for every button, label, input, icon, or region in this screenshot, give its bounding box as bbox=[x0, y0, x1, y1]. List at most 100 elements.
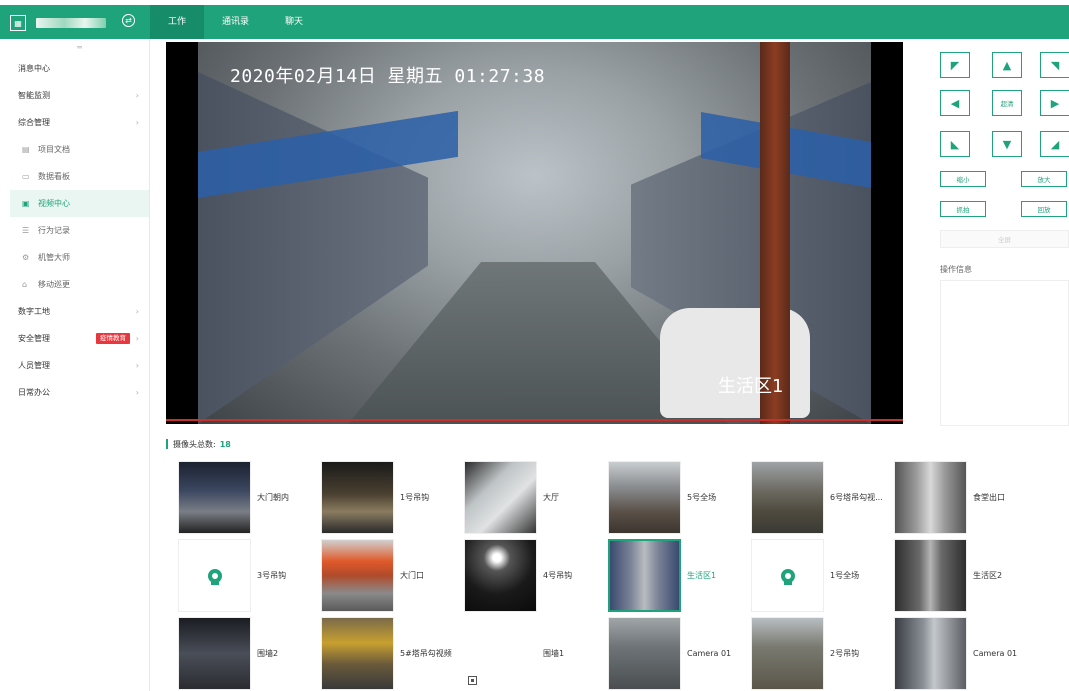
dashboard-icon: ▭ bbox=[22, 172, 30, 181]
ptz-up-left-button[interactable]: ◤ bbox=[940, 52, 970, 78]
camera-thumbnail[interactable] bbox=[751, 539, 824, 612]
camera-tile[interactable]: 1号全场 bbox=[741, 539, 881, 613]
camera-tile[interactable]: 2号吊钩 bbox=[741, 617, 881, 691]
top-nav-tab[interactable]: 聊天 bbox=[267, 5, 321, 39]
chevron-right-icon: › bbox=[135, 307, 139, 316]
sidebar-item[interactable]: ☰ 行为记录 bbox=[10, 217, 149, 244]
camera-tile[interactable]: 5#塔吊勾视频 bbox=[311, 617, 452, 691]
sidebar-item[interactable]: 综合管理 › bbox=[10, 109, 149, 136]
camera-name: Camera 01 bbox=[973, 649, 1018, 658]
ptz-panel: ◤ ▲ ◥ ◀ 超清 ▶ ◣ ▼ ◢ 缩小 放大 抓拍 回放 全屏 操作信息 bbox=[935, 42, 1069, 432]
camera-thumbnail[interactable] bbox=[178, 539, 251, 612]
camera-thumbnail[interactable] bbox=[608, 461, 681, 534]
camera-thumbnail[interactable] bbox=[894, 461, 967, 534]
top-nav-tab[interactable]: 通讯录 bbox=[204, 5, 267, 39]
camera-thumbnail[interactable] bbox=[178, 617, 251, 690]
camera-thumbnail[interactable] bbox=[608, 617, 681, 690]
camera-name: 大门朝内 bbox=[257, 493, 289, 502]
camera-tile[interactable]: 4号吊钩 bbox=[454, 539, 594, 613]
switch-icon[interactable]: ⇄ bbox=[122, 14, 135, 27]
ptz-up-right-button[interactable]: ◥ bbox=[1040, 52, 1069, 78]
sidebar-item-label: 日常办公 bbox=[18, 388, 50, 397]
camera-thumbnail[interactable] bbox=[321, 461, 394, 534]
camera-thumbnail[interactable] bbox=[178, 461, 251, 534]
ptz-down-left-button[interactable]: ◣ bbox=[940, 131, 970, 157]
chevron-right-icon: › bbox=[135, 388, 139, 397]
ptz-right-button[interactable]: ▶ bbox=[1040, 90, 1069, 116]
camera-name: 1号全场 bbox=[830, 571, 860, 580]
collapse-handle-icon[interactable]: ═ bbox=[10, 39, 149, 55]
camera-thumbnail[interactable] bbox=[751, 617, 824, 690]
camera-tile[interactable]: 3号吊钩 bbox=[168, 539, 308, 613]
sidebar-item[interactable]: 智能监测 › bbox=[10, 82, 149, 109]
sidebar-item-label: 项目文档 bbox=[38, 145, 70, 154]
playback-button[interactable]: 回放 bbox=[1021, 201, 1067, 217]
camera-thumbnail[interactable] bbox=[464, 461, 537, 534]
camera-tile[interactable]: Camera 01 bbox=[884, 617, 1024, 691]
ptz-left-button[interactable]: ◀ bbox=[940, 90, 970, 116]
camera-tile[interactable]: 1号吊钩 bbox=[311, 461, 451, 535]
sidebar-item[interactable]: ▤ 项目文档 bbox=[10, 136, 149, 163]
camera-name: 1号吊钩 bbox=[400, 493, 430, 502]
top-nav-tab[interactable]: 工作 bbox=[150, 5, 205, 39]
company-name-blurred bbox=[36, 18, 106, 28]
camera-tile[interactable]: Camera 01 bbox=[598, 617, 738, 691]
broken-image-icon bbox=[468, 676, 477, 685]
ptz-quality-button[interactable]: 超清 bbox=[992, 90, 1022, 116]
sidebar-item[interactable]: 安全管理 疫情教育 › bbox=[10, 325, 149, 352]
app-root: ▦ ⇄ 工作 通讯录 聊天 ═ 消息中心智能监测 › 综合管理 › ▤ 项目文档 ▭ 数据看板 ▣ 视… bbox=[0, 0, 1069, 691]
camera-count-label: 摄像头总数: bbox=[173, 439, 216, 449]
camera-offline-icon bbox=[780, 568, 795, 585]
camera-tile[interactable]: 6号塔吊勾视... bbox=[741, 461, 883, 535]
sidebar-item-label: 安全管理 bbox=[18, 334, 50, 343]
osd-timestamp: 2020年02月14日 星期五 01:27:38 bbox=[230, 66, 546, 87]
camera-tile[interactable]: 大厅 bbox=[454, 461, 594, 535]
sidebar-item[interactable]: ▣ 视频中心 bbox=[10, 190, 149, 217]
sidebar-item[interactable]: 数字工地 › bbox=[10, 298, 149, 325]
camera-count-value: 18 bbox=[219, 439, 231, 449]
ptz-up-button[interactable]: ▲ bbox=[992, 52, 1022, 78]
fullscreen-button-disabled: 全屏 bbox=[940, 230, 1069, 248]
camera-thumbnail[interactable] bbox=[321, 539, 394, 612]
camera-tile[interactable]: 生活区2 bbox=[884, 539, 1024, 613]
sidebar-item[interactable]: 日常办公 › bbox=[10, 379, 149, 406]
zoom-out-button[interactable]: 缩小 bbox=[940, 171, 986, 187]
chevron-right-icon: › bbox=[135, 334, 139, 343]
sidebar-item[interactable]: 消息中心 bbox=[10, 55, 149, 82]
sidebar-item-label: 数据看板 bbox=[38, 172, 70, 181]
camera-name: 4号吊钩 bbox=[543, 571, 573, 580]
status-badge: 疫情教育 bbox=[96, 333, 130, 344]
camera-tile[interactable]: 生活区1 bbox=[598, 539, 738, 613]
camera-thumbnail[interactable] bbox=[464, 539, 537, 612]
camera-thumbnail[interactable] bbox=[894, 617, 967, 690]
video-player[interactable]: 2020年02月14日 星期五 01:27:38 生活区1 bbox=[166, 42, 903, 424]
camera-thumbnail[interactable] bbox=[894, 539, 967, 612]
sidebar-item[interactable]: ▭ 数据看板 bbox=[10, 163, 149, 190]
capture-button[interactable]: 抓拍 bbox=[940, 201, 986, 217]
sidebar-item[interactable]: 人员管理 › bbox=[10, 352, 149, 379]
camera-tile[interactable]: 围墙1 bbox=[454, 617, 594, 691]
sidebar-item[interactable]: ⌂ 移动巡更 bbox=[10, 271, 149, 298]
camera-tile[interactable]: 5号全场 bbox=[598, 461, 738, 535]
camera-name: 5#塔吊勾视频 bbox=[400, 649, 452, 658]
camera-tile[interactable]: 大门口 bbox=[311, 539, 451, 613]
patrol-icon: ⌂ bbox=[22, 280, 28, 289]
zoom-in-button[interactable]: 放大 bbox=[1021, 171, 1067, 187]
camera-thumbnail[interactable] bbox=[608, 539, 681, 612]
camera-thumbnail[interactable] bbox=[751, 461, 824, 534]
camera-thumbnail[interactable] bbox=[464, 617, 537, 690]
camera-name: 生活区1 bbox=[687, 571, 717, 580]
ptz-down-right-button[interactable]: ◢ bbox=[1040, 131, 1069, 157]
ptz-down-button[interactable]: ▼ bbox=[992, 131, 1022, 157]
video-progress-line bbox=[166, 419, 903, 421]
camera-name: 大厅 bbox=[543, 493, 559, 502]
sidebar-item[interactable]: ⚙ 机管大师 bbox=[10, 244, 149, 271]
chevron-right-icon: › bbox=[135, 91, 139, 100]
logo-icon: ▦ bbox=[10, 15, 26, 31]
camera-tile[interactable]: 围墙2 bbox=[168, 617, 308, 691]
camera-tile[interactable]: 大门朝内 bbox=[168, 461, 308, 535]
op-info-box bbox=[940, 280, 1069, 426]
sidebar-item-label: 消息中心 bbox=[18, 64, 50, 73]
camera-tile[interactable]: 食堂出口 bbox=[884, 461, 1024, 535]
camera-thumbnail[interactable] bbox=[321, 617, 394, 690]
